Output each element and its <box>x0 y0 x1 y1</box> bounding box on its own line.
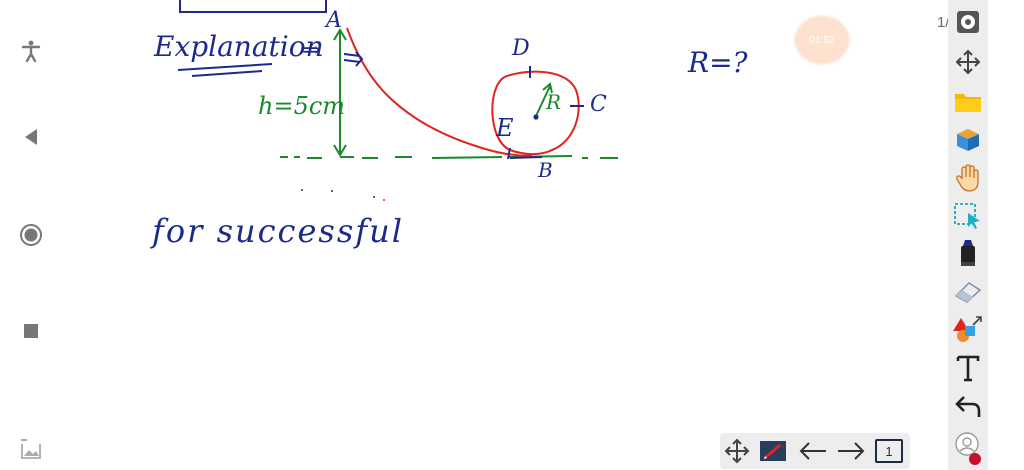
select-icon[interactable] <box>952 200 984 232</box>
undo-icon[interactable] <box>952 390 984 422</box>
page-nav-bar: 1 <box>720 433 910 469</box>
accessibility-icon[interactable] <box>18 38 44 64</box>
ground-dashed-line <box>280 155 618 159</box>
session-timer[interactable]: 01:52 <box>796 17 848 63</box>
eraser-icon[interactable] <box>952 276 984 308</box>
system-nav-bar <box>0 0 62 470</box>
label-point-a: A <box>326 8 342 33</box>
label-point-d: D <box>512 36 530 61</box>
cube-icon[interactable] <box>952 124 984 156</box>
label-point-b: B <box>538 158 553 182</box>
right-toolbar <box>948 0 988 470</box>
marker-icon[interactable] <box>952 238 984 270</box>
text-icon[interactable] <box>952 352 984 384</box>
folder-icon[interactable] <box>952 86 984 118</box>
heading-arrow: ⇒ <box>302 38 321 63</box>
timer-value: 01:52 <box>809 34 835 46</box>
hand-icon[interactable] <box>952 162 984 194</box>
note-text: for successful <box>152 212 404 250</box>
page-number-button[interactable]: 1 <box>874 437 904 465</box>
top-box-fragment <box>179 0 327 13</box>
heading-explanation: Explanation <box>154 30 324 63</box>
move-icon[interactable] <box>952 46 984 78</box>
label-radius: R <box>546 90 562 114</box>
home-icon[interactable] <box>18 222 44 248</box>
label-point-e: E <box>496 114 514 142</box>
page-number: 1 <box>875 439 903 463</box>
label-point-c: C <box>590 92 607 117</box>
whiteboard-canvas[interactable]: Explanation ⇒ A h=5cm D C R E B R=? for … <box>62 0 948 470</box>
prev-page-icon[interactable] <box>798 437 828 465</box>
settings-icon[interactable] <box>952 6 984 38</box>
next-page-icon[interactable] <box>836 437 866 465</box>
gallery-icon[interactable] <box>18 436 44 462</box>
question-r: R=? <box>688 46 748 79</box>
recents-icon[interactable] <box>18 318 44 344</box>
assistant-icon[interactable] <box>952 432 984 465</box>
annotate-page-icon[interactable] <box>758 437 788 465</box>
loop-center-dot <box>533 114 539 120</box>
move-page-icon[interactable] <box>722 437 752 465</box>
back-icon[interactable] <box>18 124 44 150</box>
shapes-icon[interactable] <box>952 314 984 346</box>
label-height: h=5cm <box>258 92 346 120</box>
